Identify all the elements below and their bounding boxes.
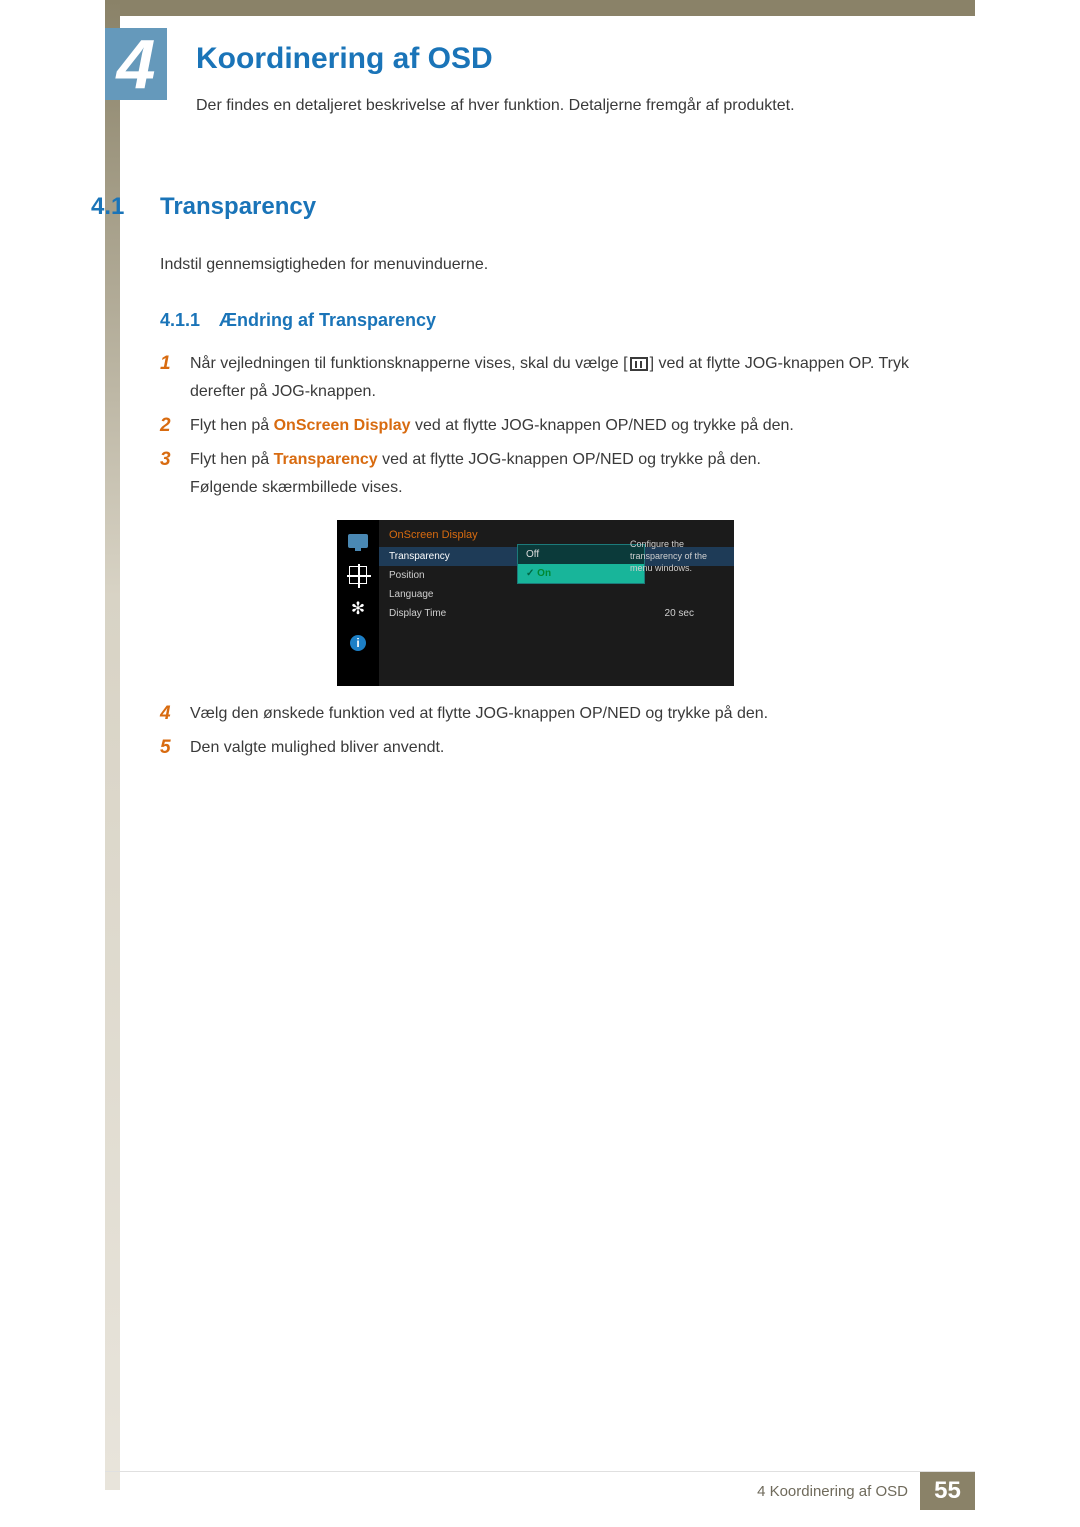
step-4-number: 4 <box>160 700 190 728</box>
osd-item-language: Language <box>379 585 734 604</box>
step-1-number: 1 <box>160 350 190 378</box>
step-4: 4 Vælg den ønskede funktion ved at flytt… <box>160 700 960 728</box>
step-3-c: Følgende skærmbillede vises. <box>190 479 403 496</box>
section-intro: Indstil gennemsigtigheden for menuvindue… <box>160 256 488 274</box>
step-3-b: ved at flytte JOG-knappen OP/NED og tryk… <box>378 451 761 468</box>
picture-icon <box>347 532 369 550</box>
osd-item-display-time: Display Time 20 sec <box>379 604 734 623</box>
osd-label-display-time: Display Time <box>389 608 481 619</box>
osd-description: Configure the transparency of the menu w… <box>630 538 726 574</box>
osd-label-position: Position <box>389 570 481 581</box>
steps-group-b: 4 Vælg den ønskede funktion ved at flytt… <box>160 700 960 768</box>
step-2-a: Flyt hen på <box>190 417 274 434</box>
osd-screenshot: ✻ i OnScreen Display Transparency Positi… <box>337 520 734 686</box>
position-icon <box>347 566 369 584</box>
step-1-part-a: Når vejledningen til funktionsknapperne … <box>190 355 628 372</box>
step-5: 5 Den valgte mulighed bliver anvendt. <box>160 734 960 762</box>
left-stripe <box>105 0 120 1490</box>
osd-options-popup: Off On <box>517 544 645 584</box>
step-5-number: 5 <box>160 734 190 762</box>
info-icon: i <box>347 634 369 652</box>
gear-icon: ✻ <box>347 600 369 618</box>
step-2-hot: OnScreen Display <box>274 417 411 434</box>
step-4-text: Vælg den ønskede funktion ved at flytte … <box>190 700 768 728</box>
chapter-intro: Der findes en detaljeret beskrivelse af … <box>196 97 795 115</box>
osd-value-display-time: 20 sec <box>481 608 724 619</box>
step-1-text: Når vejledningen til funktionsknapperne … <box>190 350 960 406</box>
osd-label-transparency: Transparency <box>389 551 481 562</box>
osd-option-on: On <box>518 564 644 583</box>
step-1: 1 Når vejledningen til funktionsknappern… <box>160 350 960 406</box>
footer-divider <box>105 1471 975 1472</box>
osd-main: OnScreen Display Transparency Position L… <box>379 520 734 686</box>
steps-group-a: 1 Når vejledningen til funktionsknappern… <box>160 350 960 508</box>
step-3-a: Flyt hen på <box>190 451 274 468</box>
chapter-title: Koordinering af OSD <box>196 42 493 76</box>
section-title: Transparency <box>160 193 316 221</box>
footer-text: 4 Koordinering af OSD <box>757 1483 908 1500</box>
page-number-badge: 55 <box>920 1472 975 1510</box>
subsection-number: 4.1.1 <box>160 310 200 331</box>
top-stripe <box>105 0 975 16</box>
osd-label-language: Language <box>389 589 481 600</box>
step-3-text: Flyt hen på Transparency ved at flytte J… <box>190 446 761 502</box>
step-2-number: 2 <box>160 412 190 440</box>
step-3: 3 Flyt hen på Transparency ved at flytte… <box>160 446 960 502</box>
menu-icon <box>630 357 648 371</box>
osd-option-off: Off <box>518 545 644 564</box>
step-3-number: 3 <box>160 446 190 474</box>
subsection-title: Ændring af Transparency <box>219 310 436 331</box>
osd-sidebar: ✻ i <box>337 520 379 686</box>
step-2-text: Flyt hen på OnScreen Display ved at flyt… <box>190 412 794 440</box>
step-3-hot: Transparency <box>274 451 378 468</box>
step-5-text: Den valgte mulighed bliver anvendt. <box>190 734 444 762</box>
step-2-b: ved at flytte JOG-knappen OP/NED og tryk… <box>411 417 794 434</box>
chapter-number-badge: 4 <box>105 28 167 100</box>
step-2: 2 Flyt hen på OnScreen Display ved at fl… <box>160 412 960 440</box>
section-number: 4.1 <box>91 193 124 221</box>
